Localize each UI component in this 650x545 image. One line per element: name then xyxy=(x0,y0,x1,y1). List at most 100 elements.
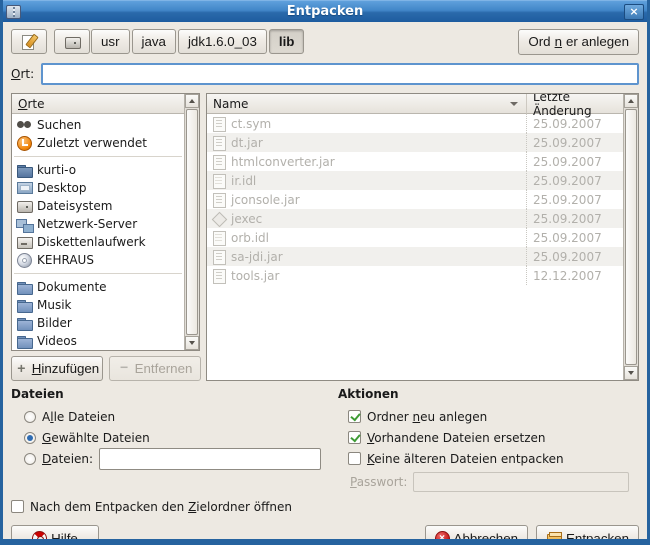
column-header-modified[interactable]: Letzte Änderung xyxy=(526,94,623,114)
radio-label: Dateien: xyxy=(42,452,93,466)
file-row-ir-idl: ir.idl 25.09.2007 xyxy=(207,171,623,190)
scroll-down-icon[interactable] xyxy=(185,336,199,350)
path-segment-usr-button[interactable]: usr xyxy=(91,29,130,54)
scroll-down-icon[interactable] xyxy=(624,366,638,380)
sidebar-item-bilder[interactable]: Bilder xyxy=(12,314,184,332)
checkbox-icon[interactable] xyxy=(11,500,24,513)
sidebar-item-musik[interactable]: Musik xyxy=(12,296,184,314)
sort-descending-icon xyxy=(510,102,518,106)
sidebar-item-desktop[interactable]: Desktop xyxy=(12,179,184,197)
scrollbar-thumb[interactable] xyxy=(625,109,637,365)
close-icon[interactable]: × xyxy=(624,4,644,20)
file-name: jconsole.jar xyxy=(231,193,300,207)
radio-icon[interactable] xyxy=(24,432,36,444)
sidebar-item-dokumente[interactable]: Dokumente xyxy=(12,278,184,296)
file-list-pane: Name Letzte Änderung ct.sym25.09.2007 dt.… xyxy=(206,93,639,381)
titlebar[interactable]: Entpacken × xyxy=(3,0,647,22)
plus-icon: + xyxy=(15,362,28,375)
extract-button[interactable]: Entpacken xyxy=(536,525,639,545)
path-segment-lib-button[interactable]: lib xyxy=(269,29,305,54)
scroll-up-icon[interactable] xyxy=(185,94,199,108)
archive-file-icon xyxy=(211,116,227,132)
file-row-orb-idl: orb.idl 25.09.2007 xyxy=(207,228,623,247)
actions-section: Aktionen Ordner neu anlegen Vorhandene D… xyxy=(338,386,639,492)
sidebar-item-label: Suchen xyxy=(37,118,81,132)
drive-icon xyxy=(64,34,80,50)
file-name: sa-jdi.jar xyxy=(231,250,283,264)
places-column-header[interactable]: Orte xyxy=(12,94,184,114)
sidebar-item-netzwerk-server[interactable]: Netzwerk-Server xyxy=(12,215,184,233)
sidebar-item-kehraus[interactable]: KEHRAUS xyxy=(12,251,184,269)
files-pattern-input[interactable] xyxy=(99,448,321,470)
scroll-up-icon[interactable] xyxy=(624,94,638,108)
checkbox-icon[interactable] xyxy=(348,452,361,465)
sidebar-item-label: Dokumente xyxy=(37,280,107,294)
sidebar-item-label: Netzwerk-Server xyxy=(37,217,137,231)
checkbox-icon[interactable] xyxy=(348,431,361,444)
sidebar-separator xyxy=(14,156,182,157)
archive-file-icon xyxy=(211,154,227,170)
archive-manager-app-icon xyxy=(6,5,21,19)
file-row-sa-jdi-jar: sa-jdi.jar25.09.2007 xyxy=(207,247,623,266)
places-pane: Orte Suchen Zuletzt verwendet kurti-o Deskt… xyxy=(11,93,200,351)
checkbox-skip-older[interactable]: Keine älteren Dateien entpacken xyxy=(338,448,639,469)
checkbox-open-destination[interactable]: Nach dem Entpacken den Zielordner öffnen xyxy=(11,497,639,516)
help-button[interactable]: Hilfe xyxy=(11,525,99,545)
column-header-name[interactable]: Name xyxy=(207,94,526,114)
folder-icon xyxy=(16,333,32,349)
add-place-button[interactable]: +Hinzufügen xyxy=(11,356,103,381)
search-icon xyxy=(16,117,32,133)
location-input[interactable] xyxy=(41,63,639,85)
file-row-ct-sym: ct.sym25.09.2007 xyxy=(207,114,623,133)
window-title: Entpacken xyxy=(3,4,647,19)
checkbox-icon[interactable] xyxy=(348,410,361,423)
extract-package-icon xyxy=(546,530,562,545)
file-name: orb.idl xyxy=(231,231,269,245)
file-name: htmlconverter.jar xyxy=(231,155,335,169)
password-input xyxy=(413,472,629,492)
file-name: ir.idl xyxy=(231,174,256,188)
sidebar-item-suchen[interactable]: Suchen xyxy=(12,116,184,134)
desktop-icon xyxy=(16,180,32,196)
sidebar-item-kurti-o[interactable]: kurti-o xyxy=(12,161,184,179)
path-segment-java-button[interactable]: java xyxy=(132,29,176,54)
sidebar-item-label: KEHRAUS xyxy=(37,253,94,267)
checkbox-label: Keine älteren Dateien entpacken xyxy=(367,452,564,466)
sidebar-item-label: Zuletzt verwendet xyxy=(37,136,147,150)
radio-all-files[interactable]: Alle Dateien xyxy=(11,406,338,427)
file-name: tools.jar xyxy=(231,269,279,283)
minus-icon: − xyxy=(118,362,131,375)
radio-selected-files[interactable]: Gewählte Dateien xyxy=(11,427,338,448)
create-folder-button[interactable]: Ordner anlegen xyxy=(518,29,639,55)
path-segment-root-button[interactable] xyxy=(54,29,90,54)
radio-icon[interactable] xyxy=(24,453,36,465)
file-modified-date: 25.09.2007 xyxy=(526,152,623,171)
sidebar-item-label: Videos xyxy=(37,334,77,348)
textfile-file-icon xyxy=(211,230,227,246)
folder-icon xyxy=(16,279,32,295)
scrollbar-thumb[interactable] xyxy=(186,109,198,335)
location-row: Ort: xyxy=(11,63,639,85)
home-icon xyxy=(16,162,32,178)
sidebar-item-dateisystem[interactable]: Dateisystem xyxy=(12,197,184,215)
sidebar-item-videos[interactable]: Videos xyxy=(12,332,184,350)
file-name: dt.jar xyxy=(231,136,263,150)
file-modified-date: 25.09.2007 xyxy=(526,228,623,247)
checkbox-recreate-folders[interactable]: Ordner neu anlegen xyxy=(338,406,639,427)
file-modified-date: 25.09.2007 xyxy=(526,209,623,228)
type-filename-toggle-button[interactable] xyxy=(11,29,47,54)
checkbox-overwrite-existing[interactable]: Vorhandene Dateien ersetzen xyxy=(338,427,639,448)
extract-dialog: Entpacken × usrjavajdk1.6.0_03lib Ordner… xyxy=(0,0,650,545)
sidebar-item-diskettenlaufwerk[interactable]: Diskettenlaufwerk xyxy=(12,233,184,251)
cancel-button[interactable]: ×Abbrechen xyxy=(425,525,528,545)
sidebar-item-zuletzt-verwendet[interactable]: Zuletzt verwendet xyxy=(12,134,184,152)
sidebar-item-label: Diskettenlaufwerk xyxy=(37,235,146,249)
path-segment-jdk1-6-0-03-button[interactable]: jdk1.6.0_03 xyxy=(178,29,267,54)
folder-icon xyxy=(16,297,32,313)
textfile-file-icon xyxy=(211,173,227,189)
file-modified-date: 25.09.2007 xyxy=(526,171,623,190)
file-list-empty-area xyxy=(207,285,623,380)
radio-files-pattern[interactable]: Dateien: xyxy=(11,448,338,469)
sidebar-item-label: kurti-o xyxy=(37,163,76,177)
radio-icon[interactable] xyxy=(24,411,36,423)
